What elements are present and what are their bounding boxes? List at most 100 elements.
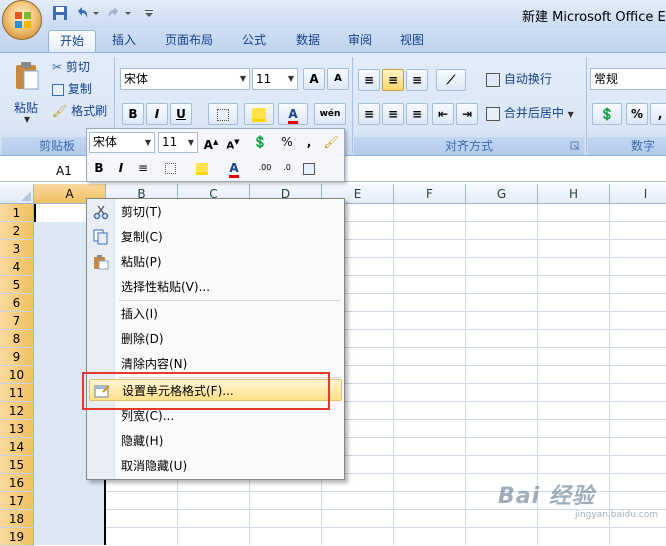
menu-item-paste-special[interactable]: 选择性粘贴(V)... — [89, 276, 342, 298]
column-header-f[interactable]: F — [394, 184, 466, 204]
grow-font-button[interactable]: A — [303, 68, 325, 90]
row-header[interactable]: 16 — [0, 474, 34, 492]
align-top-button[interactable]: ≡ — [358, 69, 380, 91]
copy-button[interactable]: 复制 — [52, 79, 92, 101]
mini-borders-button[interactable] — [157, 158, 183, 178]
align-bottom-button[interactable]: ≡ — [406, 69, 428, 91]
row-header[interactable]: 19 — [0, 528, 34, 546]
font-size-select[interactable]: 11 ▼ — [252, 68, 298, 90]
align-left-button[interactable]: ≡ — [358, 103, 380, 125]
mini-accounting-button[interactable]: 💲 — [247, 132, 273, 152]
tab-view[interactable]: 视图 — [388, 30, 436, 52]
select-all-corner[interactable] — [0, 184, 34, 204]
tab-data[interactable]: 数据 — [284, 30, 332, 52]
mini-italic-button[interactable]: I — [111, 158, 131, 178]
row-header[interactable]: 15 — [0, 456, 34, 474]
fill-color-button[interactable] — [244, 103, 274, 125]
menu-item-delete[interactable]: 删除(D) — [89, 328, 342, 350]
column-header-g[interactable]: G — [466, 184, 538, 204]
align-middle-button[interactable]: ≡ — [382, 69, 404, 91]
row-header[interactable]: 10 — [0, 366, 34, 384]
row-header[interactable]: 5 — [0, 276, 34, 294]
chevron-down-icon[interactable] — [124, 5, 132, 21]
menu-item-unhide[interactable]: 取消隐藏(U) — [89, 455, 342, 477]
shrink-font-button[interactable]: A — [327, 68, 349, 90]
decrease-indent-button[interactable]: ⇤ — [432, 103, 454, 125]
row-header[interactable]: 17 — [0, 492, 34, 510]
tab-insert[interactable]: 插入 — [100, 30, 148, 52]
italic-button[interactable]: I — [146, 103, 168, 125]
row-header[interactable]: 2 — [0, 222, 34, 240]
paste-button[interactable]: 粘贴 ▼ — [8, 59, 48, 124]
menu-item-copy[interactable]: 复制(C) — [89, 226, 342, 248]
bold-button[interactable]: B — [122, 103, 144, 125]
column-header-h[interactable]: H — [538, 184, 610, 204]
menu-item-column-width[interactable]: 列宽(C)... — [89, 405, 342, 427]
percent-button[interactable]: % — [626, 103, 648, 125]
save-icon[interactable] — [52, 5, 68, 21]
office-button[interactable] — [2, 0, 42, 40]
font-color-button[interactable]: A — [278, 103, 308, 125]
mini-percent-button[interactable]: % — [277, 132, 297, 152]
mini-fill-color-button[interactable] — [189, 158, 215, 178]
tab-formulas[interactable]: 公式 — [230, 30, 278, 52]
row-header[interactable]: 3 — [0, 240, 34, 258]
row-header[interactable]: 6 — [0, 294, 34, 312]
phonetic-button[interactable]: wén — [314, 103, 346, 125]
number-format-select[interactable]: 常规 — [590, 68, 666, 90]
mini-center-button[interactable]: ≡ — [133, 158, 153, 178]
dialog-launcher-icon[interactable] — [570, 141, 580, 151]
row-header[interactable]: 1 — [0, 204, 34, 222]
menu-item-hide[interactable]: 隐藏(H) — [89, 430, 342, 452]
column-header-i[interactable]: I — [610, 184, 666, 204]
mini-bold-button[interactable]: B — [89, 158, 109, 178]
row-header[interactable]: 8 — [0, 330, 34, 348]
format-painter-button[interactable]: 🖌 格式刷 — [52, 101, 107, 123]
row-header[interactable]: 9 — [0, 348, 34, 366]
undo-icon[interactable] — [74, 5, 90, 21]
increase-indent-button[interactable]: ⇥ — [456, 103, 478, 125]
merge-icon — [486, 106, 500, 121]
comma-style-button[interactable]: , — [650, 103, 666, 125]
mini-grow-font-button[interactable]: A▲ — [201, 132, 221, 152]
customize-qat-icon[interactable] — [144, 5, 154, 21]
tab-review[interactable]: 审阅 — [336, 30, 384, 52]
menu-item-format-cells[interactable]: 设置单元格格式(F)... — [89, 379, 342, 401]
accounting-format-button[interactable]: 💲 — [592, 103, 622, 125]
borders-button[interactable] — [208, 103, 238, 125]
row-header[interactable]: 13 — [0, 420, 34, 438]
align-center-button[interactable]: ≡ — [382, 103, 404, 125]
row-header[interactable]: 4 — [0, 258, 34, 276]
redo-icon[interactable] — [106, 5, 122, 21]
wrap-text-button[interactable]: 自动换行 — [486, 69, 552, 91]
mini-merge-button[interactable] — [299, 158, 319, 178]
mini-decrease-decimal-button[interactable]: .0 — [277, 158, 297, 178]
font-name-select[interactable]: 宋体 ▼ — [120, 68, 250, 90]
menu-item-insert[interactable]: 插入(I) — [89, 303, 342, 325]
row-header[interactable]: 11 — [0, 384, 34, 402]
mini-shrink-font-button[interactable]: A▼ — [223, 132, 243, 152]
mini-comma-button[interactable]: , — [299, 132, 319, 152]
menu-item-cut[interactable]: 剪切(T) — [89, 201, 342, 223]
orientation-button[interactable]: ⟋ — [436, 69, 466, 91]
cut-button[interactable]: ✂ 剪切 — [52, 57, 90, 79]
row-header[interactable]: 14 — [0, 438, 34, 456]
row-header[interactable]: 12 — [0, 402, 34, 420]
borders-icon — [164, 163, 176, 174]
row-header[interactable]: 7 — [0, 312, 34, 330]
mini-font-name-select[interactable]: 宋体 ▼ — [89, 132, 155, 153]
menu-item-clear-contents[interactable]: 清除内容(N) — [89, 353, 342, 375]
chevron-down-icon[interactable] — [92, 5, 100, 21]
align-right-button[interactable]: ≡ — [406, 103, 428, 125]
merge-center-button[interactable]: 合并后居中 ▼ — [486, 103, 574, 125]
mini-increase-decimal-button[interactable]: .00 — [255, 158, 275, 178]
name-box[interactable]: A1 — [0, 160, 100, 182]
mini-format-painter-button[interactable]: 🖌 — [321, 132, 341, 152]
row-header[interactable]: 18 — [0, 510, 34, 528]
underline-button[interactable]: U — [170, 103, 192, 125]
mini-font-size-select[interactable]: 11 ▼ — [158, 132, 198, 153]
tab-page-layout[interactable]: 页面布局 — [156, 30, 222, 52]
mini-font-color-button[interactable]: A — [221, 158, 247, 178]
menu-item-paste[interactable]: 粘贴(P) — [89, 251, 342, 273]
tab-home[interactable]: 开始 — [48, 30, 96, 52]
